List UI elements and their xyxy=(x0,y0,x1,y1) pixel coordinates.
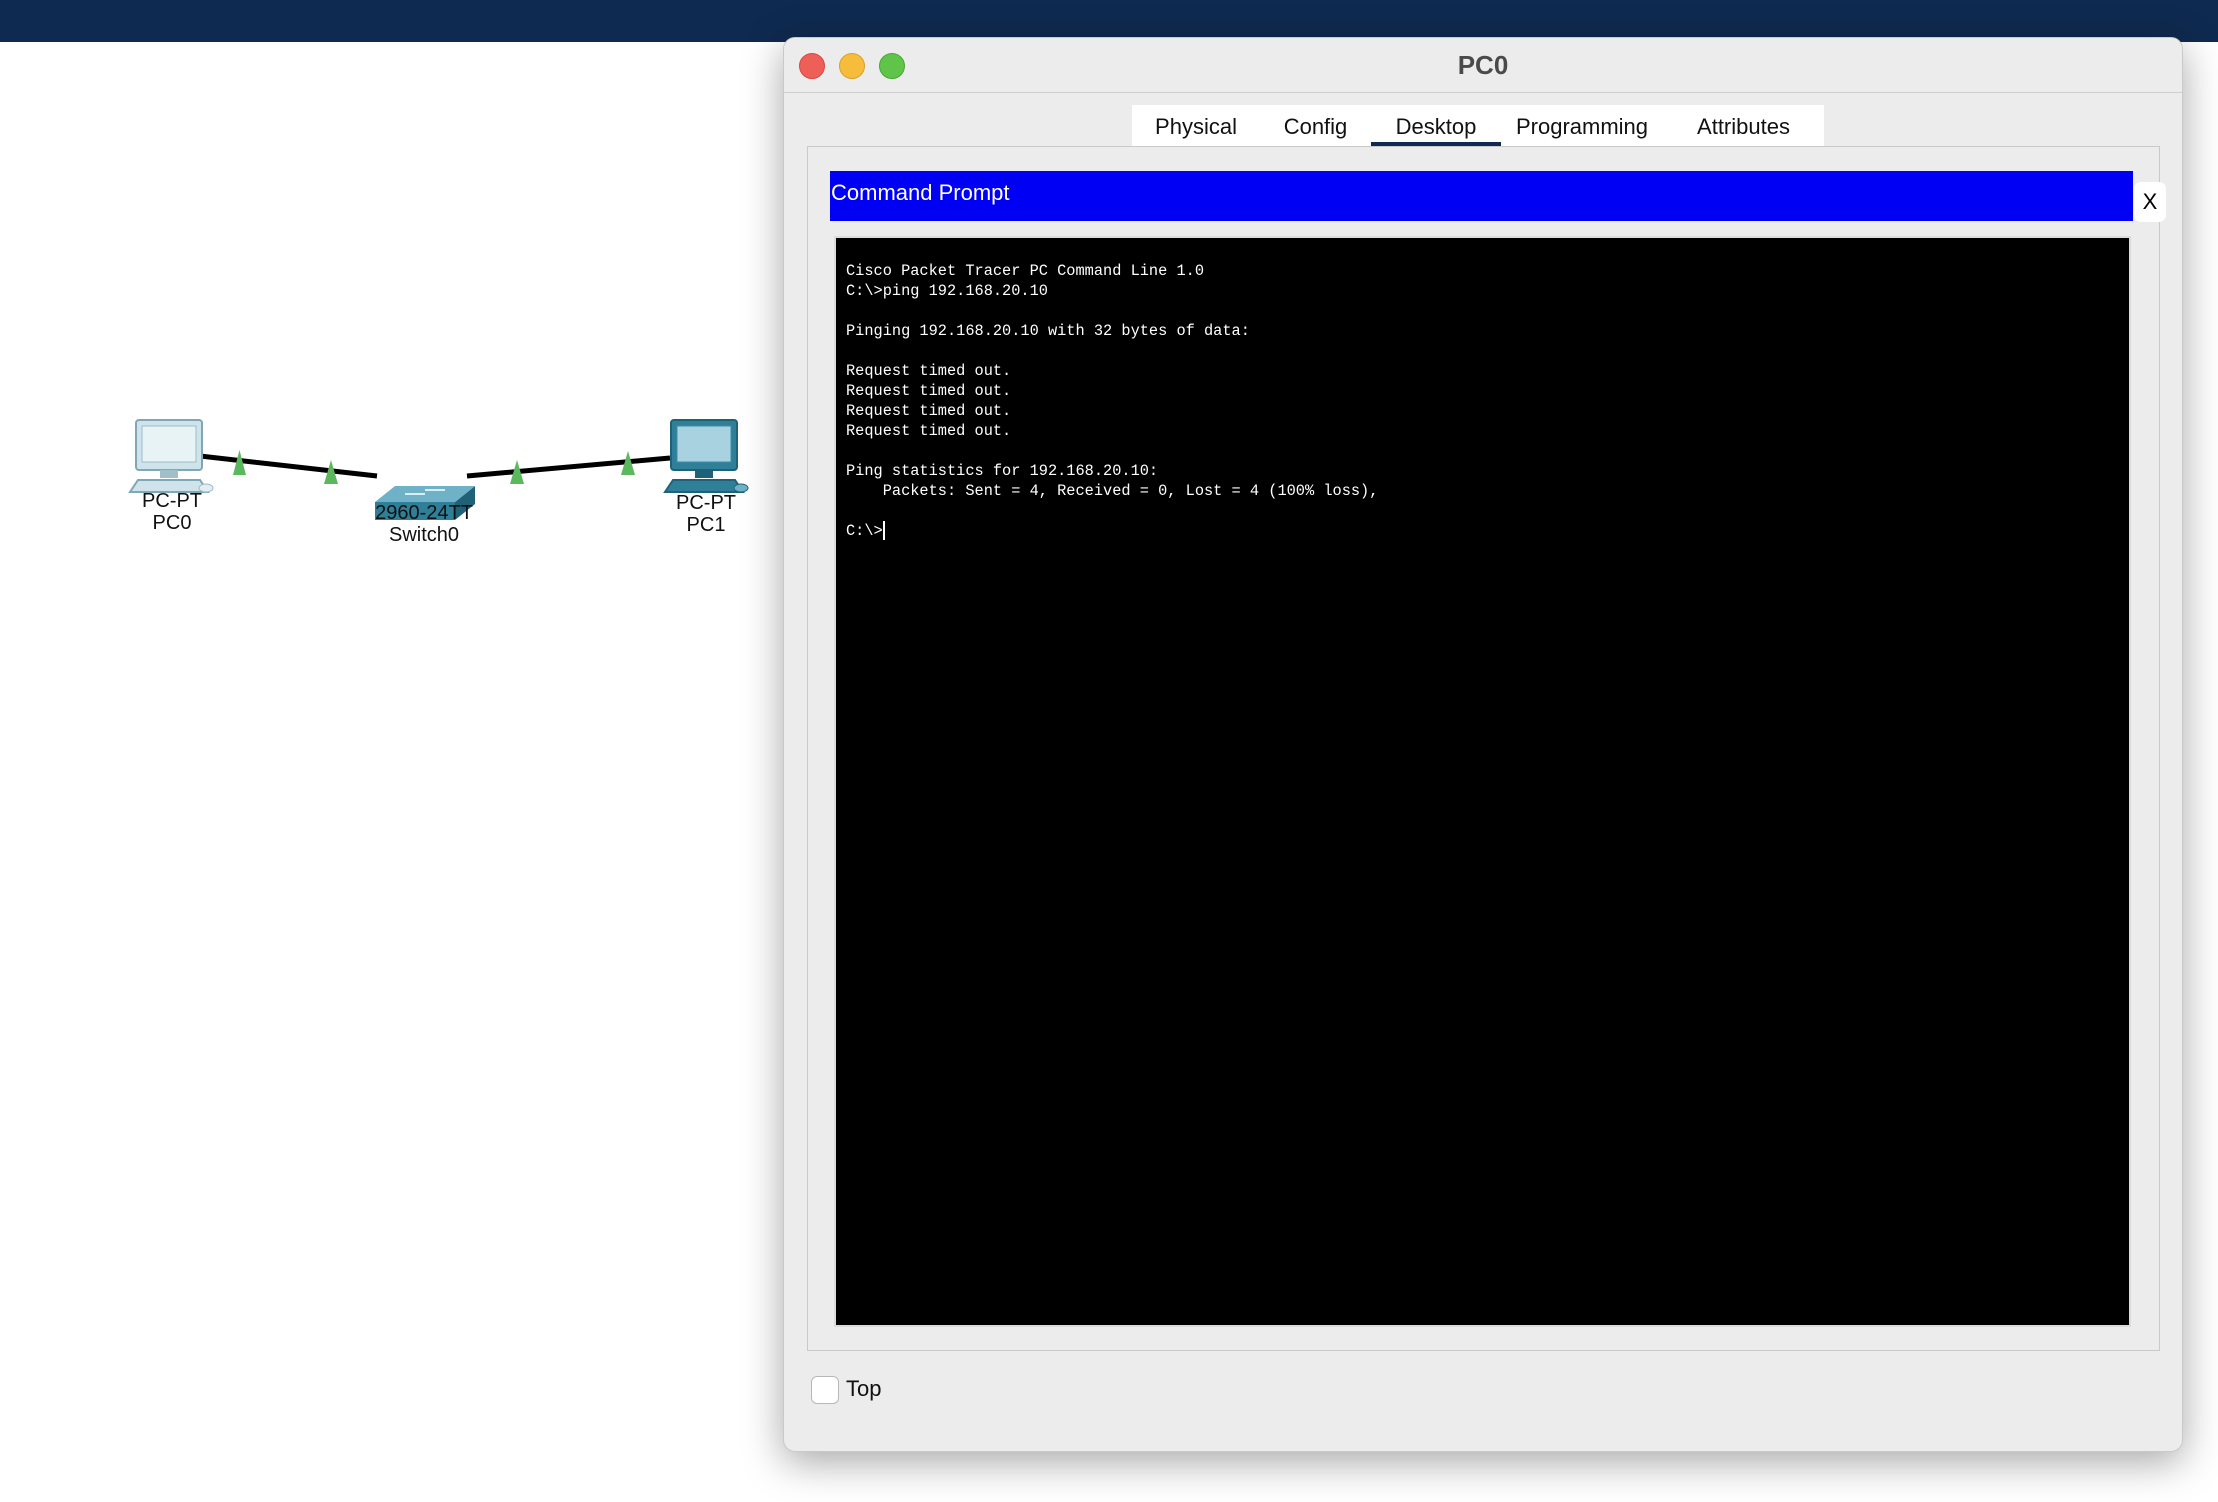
dialog-tab-bar: Physical Config Desktop Programming Attr… xyxy=(1132,105,1824,149)
device-model: 2960-24TT xyxy=(375,502,473,524)
cable-switch0-pc1[interactable] xyxy=(466,455,671,479)
top-checkbox[interactable] xyxy=(811,1376,839,1404)
tab-desktop[interactable]: Desktop xyxy=(1371,105,1501,149)
pc1-computer-icon[interactable] xyxy=(663,419,749,493)
minimize-window-button[interactable] xyxy=(839,53,865,79)
cable-pc0-switch0[interactable] xyxy=(199,453,378,479)
pc1-label: PC-PT PC1 xyxy=(676,492,736,536)
pc0-computer-icon[interactable] xyxy=(128,419,214,493)
tab-config[interactable]: Config xyxy=(1260,105,1371,149)
device-name: Switch0 xyxy=(388,524,460,546)
command-prompt-terminal[interactable]: Cisco Packet Tracer PC Command Line 1.0 … xyxy=(834,236,2131,1327)
terminal-output-text: Cisco Packet Tracer PC Command Line 1.0 … xyxy=(846,262,1379,540)
device-model: PC-PT xyxy=(676,492,736,514)
text-cursor xyxy=(882,521,885,540)
dialog-titlebar[interactable]: PC0 xyxy=(784,38,2182,93)
close-window-button[interactable] xyxy=(799,53,825,79)
maximize-window-button[interactable] xyxy=(879,53,905,79)
topology-canvas xyxy=(128,419,749,520)
tab-attributes[interactable]: Attributes xyxy=(1663,105,1824,149)
device-name: PC0 xyxy=(152,512,192,534)
top-checkbox-label: Top xyxy=(846,1376,882,1401)
command-prompt-header: Command Prompt X xyxy=(830,171,2166,222)
switch0-label: 2960-24TT Switch0 xyxy=(375,502,473,546)
device-dialog-window: PC0 Physical Config Desktop Programming … xyxy=(783,37,2183,1452)
pc0-label: PC-PT PC0 xyxy=(142,490,202,534)
tab-programming[interactable]: Programming xyxy=(1501,105,1663,149)
tab-physical[interactable]: Physical xyxy=(1132,105,1260,149)
command-prompt-close-button[interactable]: X xyxy=(2134,182,2166,222)
device-name: PC1 xyxy=(686,514,726,536)
command-prompt-title: Command Prompt xyxy=(831,180,1010,205)
app-top-bar xyxy=(0,0,2218,42)
dialog-title: PC0 xyxy=(1457,50,1509,80)
device-model: PC-PT xyxy=(142,490,202,512)
terminal-output: Cisco Packet Tracer PC Command Line 1.0 … xyxy=(846,261,1378,541)
